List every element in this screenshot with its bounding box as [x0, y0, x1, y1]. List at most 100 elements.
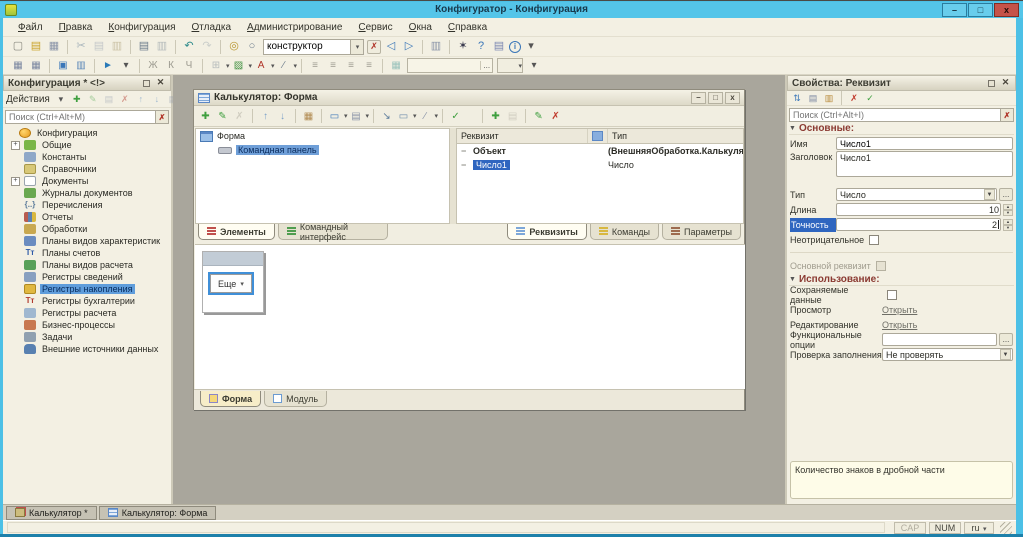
attribute-row-Число1[interactable]: Число1Число — [457, 158, 743, 172]
properties-panel-header[interactable]: Свойства: Реквизит — [787, 75, 1016, 91]
help-contents-icon[interactable]: ? — [473, 39, 489, 54]
actions-dropdown-icon[interactable]: ▾ — [54, 93, 68, 106]
show-important-icon[interactable]: ▥ — [822, 92, 836, 105]
menu-administration[interactable]: Администрирование — [240, 20, 349, 35]
tree-item-external-data-sources[interactable]: Внешние источники данных — [3, 343, 171, 355]
save-document-icon[interactable]: ▦ — [46, 39, 62, 54]
tree-item-common[interactable]: +Общие — [3, 139, 171, 151]
text-color-dropdown-icon[interactable] — [271, 62, 275, 70]
form-spacing-dropdown-icon[interactable] — [435, 112, 439, 120]
zoom-search-icon[interactable]: ○ — [244, 39, 260, 54]
format-check-icon[interactable]: ▦ — [388, 58, 404, 73]
func-options-ellipsis-button[interactable]: ... — [999, 333, 1013, 346]
borders-icon[interactable]: ⊞ — [208, 58, 224, 73]
tree-item-charts-of-characteristic-types[interactable]: Планы видов характеристик — [3, 235, 171, 247]
tree-item-configuration[interactable]: Конфигурация — [3, 127, 171, 139]
tab-parameters[interactable]: Параметры — [662, 224, 741, 240]
copy-fragment-icon[interactable]: ▥ — [428, 39, 444, 54]
attribute-add-icon[interactable]: ✚ — [488, 109, 503, 123]
copy-icon[interactable]: ▤ — [91, 39, 107, 54]
global-search-icon[interactable]: ◎ — [226, 39, 242, 54]
fill-check-select[interactable]: Не проверять — [882, 348, 1013, 361]
show-categories-icon[interactable]: ▤ — [806, 92, 820, 105]
form-edit-element-icon[interactable]: ✎ — [215, 109, 230, 123]
tree-item-information-registers[interactable]: Регистры сведений — [3, 271, 171, 283]
align-left-icon[interactable]: ≡ — [307, 58, 323, 73]
minimize-button[interactable]: – — [942, 3, 967, 17]
syntax-check-icon[interactable]: ✶ — [455, 39, 471, 54]
print-preview-icon[interactable]: ▥ — [154, 39, 170, 54]
align-right-icon[interactable]: ≡ — [343, 58, 359, 73]
tree-item-data-processors[interactable]: Обработки — [3, 223, 171, 235]
maximize-button[interactable]: □ — [968, 3, 993, 17]
paste-icon[interactable]: ▥ — [109, 39, 125, 54]
precision-spinner[interactable] — [1003, 219, 1013, 231]
line-color-icon[interactable]: ∕ — [276, 58, 292, 73]
form-preview-icon[interactable]: ▭ — [396, 109, 411, 123]
sort-alphabetical-icon[interactable]: ⇅ — [790, 92, 804, 105]
props-apply-icon[interactable]: ✓ — [863, 92, 877, 105]
show-markers-icon[interactable]: ▦ — [28, 58, 44, 73]
italic-icon[interactable]: К — [163, 58, 179, 73]
resize-grip[interactable] — [1000, 522, 1012, 534]
edit-object-icon[interactable]: ✎ — [86, 93, 100, 106]
tree-item-tasks[interactable]: Задачи — [3, 331, 171, 343]
format-combo[interactable] — [497, 58, 523, 73]
tab-command-interface[interactable]: Командный интерфейс — [278, 224, 389, 240]
about-icon[interactable]: i — [509, 41, 521, 53]
fill-color-dropdown-icon[interactable] — [249, 62, 253, 70]
form-display-mode-icon[interactable]: ▭ — [327, 109, 342, 123]
tree-item-accumulation-registers[interactable]: Регистры накопления — [3, 283, 171, 295]
window-tab-calculator[interactable]: Калькулятор * — [6, 506, 97, 520]
tree-item-document-journals[interactable]: Журналы документов — [3, 187, 171, 199]
properties-search-input[interactable] — [789, 108, 1001, 122]
menu-configuration[interactable]: Конфигурация — [101, 20, 182, 35]
copy-object-icon[interactable]: ▤ — [102, 93, 116, 106]
form-move-into-icon[interactable]: ▦ — [301, 109, 316, 123]
combo-dropdown-icon[interactable] — [351, 39, 364, 55]
menu-edit[interactable]: Правка — [52, 20, 100, 35]
underline-icon[interactable]: Ч — [181, 58, 197, 73]
tree-item-enums[interactable]: {..}Перечисления — [3, 199, 171, 211]
language-selector[interactable]: ru — [964, 522, 994, 534]
move-down-icon[interactable]: ↓ — [150, 93, 164, 106]
tree-item-business-processes[interactable]: Бизнес-процессы — [3, 319, 171, 331]
attribute-copy-icon[interactable]: ▤ — [505, 109, 520, 123]
start-debugging-icon[interactable]: ► — [100, 58, 116, 73]
stored-data-checkbox[interactable] — [887, 290, 897, 300]
attribute-row-Объект[interactable]: Объект(ВнешняяОбработка.Калькуля... — [457, 144, 743, 158]
update-db-config-icon[interactable]: ▣ — [55, 58, 71, 73]
tab-elements[interactable]: Элементы — [198, 224, 275, 240]
configuration-panel-close-icon[interactable] — [155, 78, 166, 89]
form-tree-command-bar[interactable]: Командная панель — [196, 143, 449, 157]
cut-icon[interactable]: ✂ — [73, 39, 89, 54]
name-input[interactable] — [836, 137, 1013, 150]
bold-icon[interactable]: Ж — [145, 58, 161, 73]
start-debugging-dropdown-icon[interactable]: ▾ — [118, 58, 134, 73]
dropdown-arrow-icon[interactable] — [1000, 349, 1011, 360]
actions-menu-button[interactable]: Действия — [6, 94, 50, 105]
clear-search-icon[interactable]: ✗ — [367, 40, 381, 54]
spin-down-icon[interactable] — [1003, 210, 1013, 216]
attribute-delete-icon[interactable]: ✗ — [548, 109, 563, 123]
tab-commands[interactable]: Команды — [590, 224, 659, 240]
configuration-search-clear-icon[interactable] — [156, 110, 169, 124]
length-spinner[interactable] — [1003, 204, 1013, 216]
type-select[interactable]: Число — [836, 188, 997, 201]
attribute-column-header[interactable]: Реквизит — [457, 129, 588, 143]
format-input[interactable]: ... — [407, 58, 493, 73]
autohide-pin-icon[interactable] — [143, 80, 150, 87]
expander-icon[interactable]: + — [11, 177, 20, 186]
undo-icon[interactable]: ↶ — [181, 39, 197, 54]
find-next-icon[interactable]: ▷ — [401, 39, 417, 54]
form-spacing-icon[interactable]: ∕ — [418, 109, 433, 123]
dropdown-arrow-icon[interactable] — [984, 189, 995, 200]
type-ellipsis-button[interactable]: ... — [999, 188, 1013, 201]
window-tab-calculator-form[interactable]: Калькулятор: Форма — [99, 506, 217, 520]
menu-service[interactable]: Сервис — [351, 20, 399, 35]
toolbar-overflow-icon[interactable]: ▾ — [523, 39, 539, 54]
new-document-icon[interactable]: ▢ — [10, 39, 26, 54]
nonnegative-checkbox[interactable] — [869, 235, 879, 245]
table-mode-icon[interactable]: ▥ — [73, 58, 89, 73]
tree-item-catalogs[interactable]: Справочники — [3, 163, 171, 175]
